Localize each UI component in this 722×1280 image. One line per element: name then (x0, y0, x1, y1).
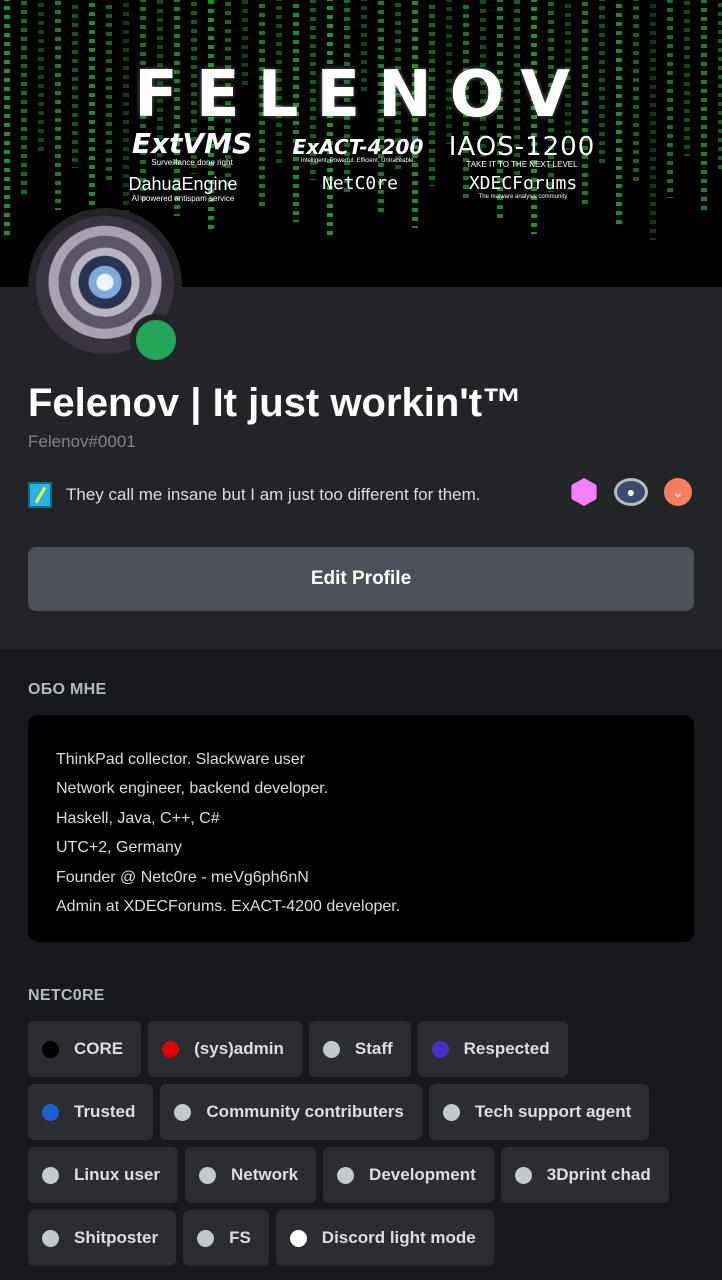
logo-xdecforums-name: XDECForums (468, 173, 578, 194)
about-line: Network engineer, backend developer. (56, 780, 329, 798)
role-list: CORE (sys)admin Staff Respected Trusted … (28, 1021, 698, 1266)
role-name: Respected (463, 1039, 550, 1058)
role-chip[interactable]: Network (184, 1147, 317, 1203)
role-chip[interactable]: Discord light mode (275, 1210, 494, 1266)
server-boost-badge-icon[interactable]: ● (614, 478, 648, 506)
about-me-heading: ОБО МНЕ (28, 681, 107, 698)
role-name: Community contributers (206, 1102, 404, 1121)
edit-profile-button[interactable]: Edit Profile (28, 547, 694, 611)
banner-title: FELENOV (134, 58, 588, 132)
role-name: Network (230, 1165, 299, 1184)
about-line: Founder @ Netc0re - meVg6ph6nN (56, 868, 309, 886)
role-name: Staff (354, 1039, 393, 1058)
online-status-indicator (130, 314, 182, 366)
logo-xdecforums: XDECForums The malware analysis communit… (452, 174, 594, 201)
online-status-dot (136, 320, 176, 360)
role-name: Linux user (74, 1165, 160, 1184)
role-chip[interactable]: Linux user (28, 1147, 178, 1203)
logo-netcore: NetC0re (300, 174, 420, 194)
role-name: 3Dprint chad (546, 1165, 651, 1184)
logo-dahua-name: DahuaEngine (128, 174, 238, 194)
logo-iaos-tagline: TAKE IT TO THE NEXT LEVEL (466, 160, 578, 169)
custom-status-emoji-icon (28, 482, 52, 508)
about-line: ThinkPad collector. Slackware user (56, 751, 305, 768)
role-color-dot (42, 1166, 59, 1184)
role-chip[interactable]: Trusted (28, 1084, 154, 1140)
role-color-dot (42, 1103, 59, 1121)
role-color-dot (42, 1040, 59, 1058)
role-chip[interactable]: 3Dprint chad (500, 1147, 669, 1203)
logo-exact-name: ExACT-4200 (292, 135, 424, 159)
display-name: Felenov | It just workin't™ (28, 381, 523, 425)
role-chip[interactable]: (sys)admin (148, 1021, 302, 1077)
role-chip[interactable]: FS (183, 1210, 269, 1266)
about-line: UTC+2, Germany (56, 839, 182, 857)
about-line: Admin at XDECForums. ExACT-4200 develope… (56, 898, 401, 916)
role-chip[interactable]: Community contributers (160, 1084, 422, 1140)
role-chip[interactable]: Development (323, 1147, 494, 1203)
logo-iaos: IAOS-1200 TAKE IT TO THE NEXT LEVEL (446, 134, 598, 169)
role-color-dot (442, 1103, 460, 1121)
about-me-box: ThinkPad collector. Slackware user Netwo… (28, 715, 694, 942)
hypesquad-badge-icon[interactable]: ⌄ (664, 478, 692, 506)
role-chip[interactable]: Respected (417, 1021, 568, 1077)
role-name: Shitposter (74, 1228, 159, 1247)
custom-status: They call me insane but I am just too di… (28, 482, 481, 508)
logo-netcore-name: NetC0re (322, 173, 398, 194)
logo-dahua-tagline: AI powered antispam service (131, 194, 235, 203)
role-name: Development (369, 1165, 476, 1184)
role-name: Tech support agent (474, 1102, 632, 1121)
roles-heading: NETC0RE (28, 987, 105, 1004)
role-chip[interactable]: Tech support agent (428, 1084, 650, 1140)
logo-xdecforums-tagline: The malware analysis community (478, 194, 568, 200)
role-name: Discord light mode (321, 1228, 476, 1247)
role-color-dot (197, 1229, 215, 1247)
logo-extvms: ExtVMS Surveillance done right (112, 127, 272, 168)
role-name: CORE (74, 1039, 124, 1058)
role-chip[interactable]: CORE (28, 1021, 142, 1077)
role-name: (sys)admin (194, 1039, 284, 1058)
role-name: FS (229, 1228, 251, 1247)
role-chip[interactable]: Shitposter (28, 1210, 177, 1266)
role-color-dot (337, 1166, 355, 1184)
nitro-badge-icon[interactable] (571, 478, 597, 506)
custom-status-text: They call me insane but I am just too di… (66, 485, 481, 504)
role-name: Trusted (74, 1102, 136, 1121)
logo-extvms-name: ExtVMS (131, 127, 253, 160)
badge-list: ● ⌄ (570, 478, 692, 506)
role-chip[interactable]: Staff (308, 1021, 411, 1077)
logo-exact: ExACT-4200 Intelligent. Powerful. Effici… (282, 136, 434, 165)
logo-exact-tagline: Intelligent. Powerful. Efficient. Untrac… (300, 158, 416, 164)
logo-iaos-name: IAOS-1200 (448, 132, 596, 162)
role-color-dot (322, 1040, 340, 1058)
username: Felenov#0001 (28, 432, 136, 451)
role-color-dot (198, 1166, 216, 1184)
role-color-dot (174, 1103, 192, 1121)
role-color-dot (289, 1229, 307, 1247)
role-color-dot (42, 1229, 59, 1247)
role-color-dot (162, 1040, 180, 1058)
logo-dahua: DahuaEngine AI powered antispam service (112, 174, 254, 203)
role-color-dot (514, 1166, 532, 1184)
role-color-dot (431, 1040, 449, 1058)
about-line: Haskell, Java, C++, C# (56, 809, 220, 827)
